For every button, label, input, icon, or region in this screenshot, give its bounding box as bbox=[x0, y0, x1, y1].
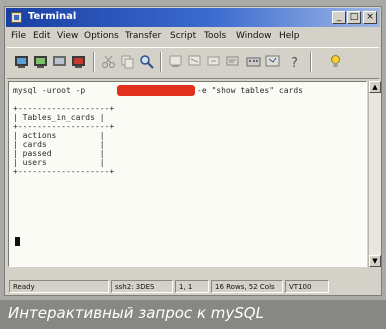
connect-icon[interactable] bbox=[167, 53, 184, 70]
command-suffix: -e "show tables" cards bbox=[197, 86, 303, 95]
table-row: | users | bbox=[13, 158, 105, 167]
table-border-mid: +-------------------+ bbox=[13, 122, 115, 131]
status-state: Ready bbox=[9, 280, 109, 293]
toolbar-separator bbox=[160, 52, 162, 72]
menu-transfer[interactable]: Transfer bbox=[125, 31, 161, 41]
keymap-icon[interactable] bbox=[245, 53, 262, 70]
text-cursor bbox=[15, 237, 20, 246]
menu-file[interactable]: File bbox=[11, 31, 26, 41]
help-icon[interactable] bbox=[264, 53, 281, 70]
cut-icon[interactable] bbox=[100, 53, 117, 70]
table-row: | passed | bbox=[13, 149, 105, 158]
figure-caption: Интерактивный запрос к mySQL bbox=[8, 304, 264, 322]
menu-bar: File Edit View Options Transfer Script T… bbox=[7, 29, 379, 44]
new-session-icon[interactable] bbox=[13, 53, 30, 70]
close-button[interactable]: × bbox=[363, 11, 377, 24]
status-cursor: 1, 1 bbox=[175, 280, 209, 293]
table-row: | cards | bbox=[13, 140, 105, 149]
question-icon[interactable]: ? bbox=[286, 53, 303, 70]
copy-icon[interactable] bbox=[119, 53, 136, 70]
table-row: | actions | bbox=[13, 131, 105, 140]
svg-text:?: ? bbox=[291, 56, 298, 70]
terminal-screen[interactable]: mysql -uroot -p -e "show tables" cards +… bbox=[8, 81, 367, 267]
table-border-top: +-------------------+ bbox=[13, 104, 115, 113]
app-icon[interactable] bbox=[11, 12, 22, 23]
table-border-bottom: +-------------------+ bbox=[13, 167, 115, 176]
scroll-down-button[interactable]: ▼ bbox=[369, 255, 381, 267]
toolbar: ? bbox=[7, 47, 379, 79]
status-terminal-type: VT100 bbox=[285, 280, 329, 293]
status-size: 16 Rows, 52 Cols bbox=[211, 280, 283, 293]
title-bar[interactable]: Terminal _ □ × bbox=[6, 8, 380, 27]
menu-script[interactable]: Script bbox=[170, 31, 196, 41]
maximize-button[interactable]: □ bbox=[347, 11, 361, 24]
toolbar-separator bbox=[310, 52, 312, 72]
find-icon[interactable] bbox=[138, 53, 155, 70]
disconnect-icon[interactable] bbox=[186, 53, 203, 70]
menu-view[interactable]: View bbox=[57, 31, 78, 41]
status-bar: Ready ssh2: 3DES 1, 1 16 Rows, 52 Cols V… bbox=[7, 280, 379, 294]
caption-bar: Интерактивный запрос к mySQL bbox=[0, 300, 386, 329]
minimize-button[interactable]: _ bbox=[332, 11, 346, 24]
reconnect-icon[interactable] bbox=[205, 53, 222, 70]
status-session: ssh2: 3DES bbox=[111, 280, 173, 293]
command-prefix: mysql -uroot -p bbox=[13, 86, 86, 95]
window-title: Terminal bbox=[28, 11, 77, 22]
save-icon[interactable] bbox=[51, 53, 68, 70]
table-header: | Tables_in_cards | bbox=[13, 113, 105, 122]
menu-tools[interactable]: Tools bbox=[204, 31, 226, 41]
tips-icon[interactable] bbox=[327, 53, 344, 70]
redacted-password bbox=[117, 85, 195, 96]
vertical-scrollbar[interactable]: ▲ ▼ bbox=[368, 81, 381, 267]
open-icon[interactable] bbox=[32, 53, 49, 70]
print-icon[interactable] bbox=[70, 53, 87, 70]
menu-help[interactable]: Help bbox=[279, 31, 300, 41]
menu-window[interactable]: Window bbox=[236, 31, 272, 41]
menu-options[interactable]: Options bbox=[84, 31, 119, 41]
toolbar-separator bbox=[93, 52, 95, 72]
menu-edit[interactable]: Edit bbox=[33, 31, 50, 41]
terminal-window: Terminal _ □ × File Edit View Options Tr… bbox=[4, 6, 382, 296]
settings-icon[interactable] bbox=[224, 53, 241, 70]
scroll-up-button[interactable]: ▲ bbox=[369, 81, 381, 93]
